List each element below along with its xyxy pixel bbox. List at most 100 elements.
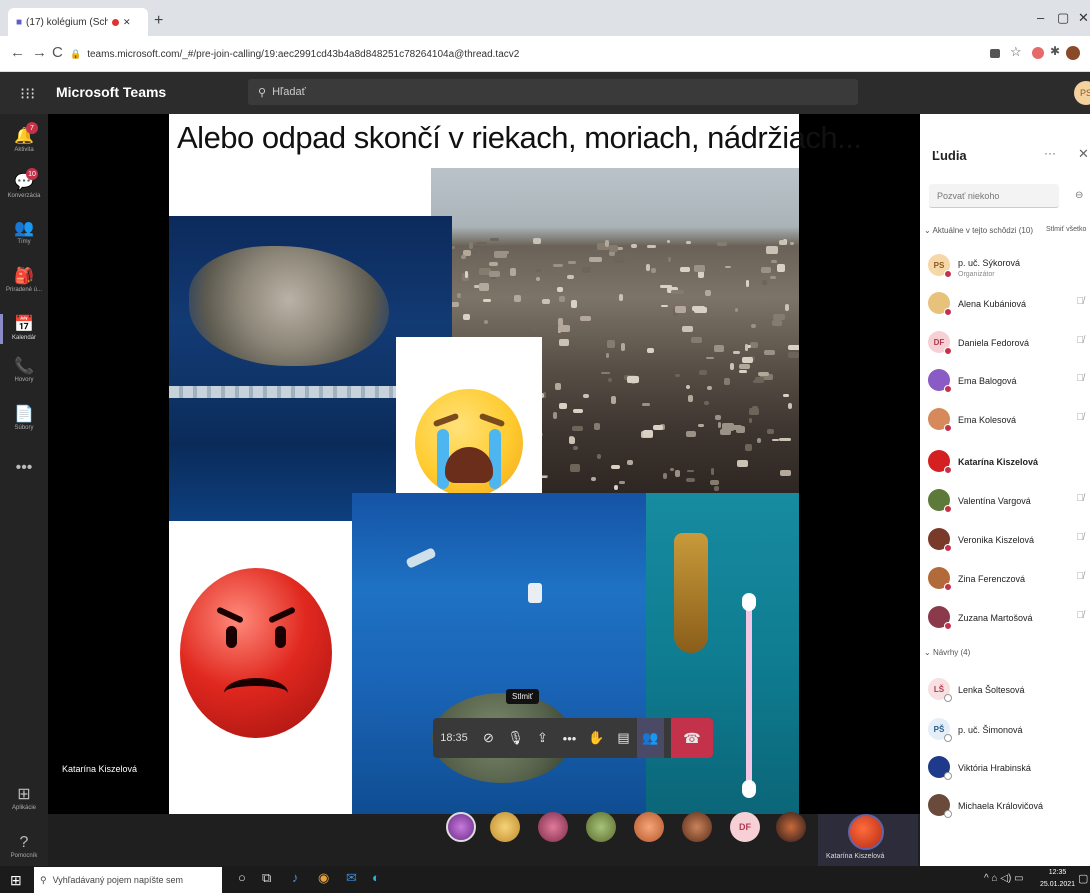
profile-avatar[interactable] — [1066, 46, 1080, 60]
chat-icon[interactable]: ▤ — [610, 718, 637, 758]
chevron-down-icon: ⌄ — [924, 648, 933, 657]
link-icon[interactable]: ⊖ — [1075, 190, 1083, 201]
debris-speck — [572, 409, 584, 414]
rail-item-files[interactable]: 📄 Súbory — [0, 396, 48, 442]
participant-avatar[interactable] — [538, 812, 568, 842]
task-view-icon[interactable]: ⧉ — [262, 870, 271, 886]
participant-row[interactable]: Ema Kolesová 🎙̸ — [928, 404, 1090, 434]
debris-speck — [686, 478, 696, 483]
debris-speck — [579, 316, 591, 321]
participant-avatar-df[interactable]: DF — [730, 812, 760, 842]
debris-speck — [451, 302, 460, 308]
participant-row[interactable]: Ema Balogová 🎙̸ — [928, 365, 1090, 395]
new-tab-button[interactable]: + — [154, 12, 163, 30]
maximize-button[interactable]: ▢ — [1057, 10, 1069, 26]
debris-speck — [757, 438, 761, 443]
camera-off-icon[interactable]: ⊘ — [475, 718, 502, 758]
avatar: PŠ — [928, 718, 952, 742]
participant-row[interactable]: Zina Ferenczová 🎙̸ — [928, 563, 1090, 593]
panel-more-icon[interactable]: ··· — [1044, 146, 1056, 160]
system-tray[interactable]: ^ ⌂ ◁) ▭ — [984, 873, 1024, 884]
calendar-icon: 📅 — [14, 316, 34, 333]
seahorse — [674, 533, 708, 653]
debris-speck — [618, 293, 623, 302]
rail-item-chat[interactable]: 💬 Konverzácia 10 — [0, 164, 48, 210]
cast-icon[interactable] — [990, 49, 1000, 58]
participant-row[interactable]: LŠ Lenka Šoltesová — [928, 674, 1090, 704]
rail-item-teams[interactable]: 👥 Tímy — [0, 210, 48, 256]
phone-icon: 📞 — [14, 358, 34, 375]
search-input[interactable]: ⚲ Hľadať — [248, 79, 858, 105]
rail-item-phone[interactable]: 📞 Hovory — [0, 348, 48, 394]
bookmark-star-icon[interactable]: ☆ — [1010, 44, 1022, 60]
debris-speck — [770, 260, 778, 263]
rail-item-label: Konverzácia — [7, 193, 41, 199]
participant-avatar[interactable] — [490, 812, 520, 842]
rail-item-calendar[interactable]: 📅 Kalendár — [0, 306, 48, 352]
participant-info: Daniela Fedorová — [958, 333, 1029, 351]
minimize-button[interactable]: – — [1037, 10, 1044, 25]
raise-hand-icon[interactable]: ✋ — [583, 718, 610, 758]
rail-item-help[interactable]: ? Pomocník — [0, 824, 48, 870]
participant-row[interactable]: Veronika Kiszelová 🎙̸ — [928, 524, 1090, 554]
taskbar-search-input[interactable]: ⚲ Vyhľadávaný pojem napíšte sem — [34, 867, 222, 893]
hang-up-icon[interactable]: ☎ — [671, 718, 713, 758]
rail-item-bell[interactable]: 🔔 Aktivita 7 — [0, 118, 48, 164]
recording-icon — [112, 18, 120, 26]
participant-row[interactable]: Alena Kubániová 🎙̸ — [928, 288, 1090, 318]
debris-speck — [779, 469, 792, 477]
share-icon[interactable]: ⇪ — [529, 718, 556, 758]
people-icon[interactable]: 👥 — [637, 718, 664, 758]
participant-row[interactable]: Viktória Hrabinská — [928, 752, 1090, 782]
participant-name: Veronika Kiszelová — [958, 535, 1035, 545]
debris-speck — [614, 484, 618, 490]
participant-avatar[interactable] — [634, 812, 664, 842]
chrome-icon[interactable]: ◉ — [318, 870, 329, 886]
rail-item-assignments[interactable]: 🎒 Priradené ú... — [0, 258, 48, 304]
rail-item-apps[interactable]: ⊞ Aplikácie — [0, 776, 48, 822]
rail-item-more[interactable]: ••• — [0, 446, 48, 492]
participant-row[interactable]: PS p. uč. Sýkorová Organizátor — [928, 250, 1090, 280]
debris-speck — [679, 267, 690, 273]
browser-tab[interactable]: ■ (17) kolégium (Schôdza) | M ✕ — [8, 8, 148, 36]
debris-speck — [729, 363, 735, 371]
windows-start-icon[interactable]: ⊞ — [10, 872, 22, 889]
participant-row[interactable]: Valentína Vargová 🎙̸ — [928, 485, 1090, 515]
extensions-puzzle-icon[interactable]: ✱ — [1050, 44, 1060, 58]
participant-name: Valentína Vargová — [958, 496, 1031, 506]
forward-button[interactable]: → — [32, 44, 47, 61]
debris-speck — [763, 350, 776, 356]
microphone-icon[interactable]: 🎙 — [502, 718, 529, 758]
url-field[interactable]: 🔒 teams.microsoft.com/_#/pre-join-callin… — [70, 42, 950, 66]
cortana-icon[interactable]: ○ — [238, 870, 246, 885]
participant-row[interactable]: Michaela Královičová — [928, 790, 1090, 820]
back-button[interactable]: ← — [10, 44, 25, 61]
suggestions-section-header[interactable]: ⌄ Návrhy (4) — [924, 648, 970, 657]
app-launcher-icon[interactable]: ⁝⁝⁝ — [20, 84, 35, 104]
participant-avatar[interactable] — [446, 812, 476, 842]
current-section-header[interactable]: ⌄ Aktuálne v tejto schôdzi (10) — [924, 226, 1033, 235]
participant-avatar[interactable] — [682, 812, 712, 842]
debris-speck — [748, 418, 753, 423]
participant-row[interactable]: Zuzana Martošová 🎙̸ — [928, 602, 1090, 632]
participant-row[interactable]: PŠ p. uč. Šimonová — [928, 714, 1090, 744]
app-icon[interactable]: ♪ — [292, 870, 299, 885]
panel-close-icon[interactable]: ✕ — [1078, 146, 1089, 162]
notifications-icon[interactable]: ▢ — [1078, 872, 1088, 885]
tab-close-icon[interactable]: ✕ — [123, 17, 131, 28]
close-window-button[interactable]: ✕ — [1078, 10, 1089, 26]
extension-icon[interactable] — [1032, 47, 1044, 59]
taskbar-clock[interactable]: 12:35 25.01.2021 — [1040, 867, 1075, 891]
edge-icon[interactable]: ◐ — [372, 870, 380, 885]
mute-all-button[interactable]: Stlmiť všetko — [1046, 226, 1086, 233]
more-icon[interactable]: ••• — [556, 718, 583, 758]
participant-row[interactable]: Katarína Kiszelová — [928, 446, 1090, 476]
mail-icon[interactable]: ✉ — [346, 870, 357, 886]
participant-avatar[interactable] — [586, 812, 616, 842]
participant-row[interactable]: DF Daniela Fedorová 🎙̸ — [928, 327, 1090, 357]
reload-button[interactable]: C — [52, 44, 63, 61]
garbage-patch — [189, 246, 389, 366]
invite-input[interactable]: Pozvať niekoho — [929, 184, 1059, 208]
debris-speck — [742, 357, 754, 363]
participant-avatar[interactable] — [776, 812, 806, 842]
